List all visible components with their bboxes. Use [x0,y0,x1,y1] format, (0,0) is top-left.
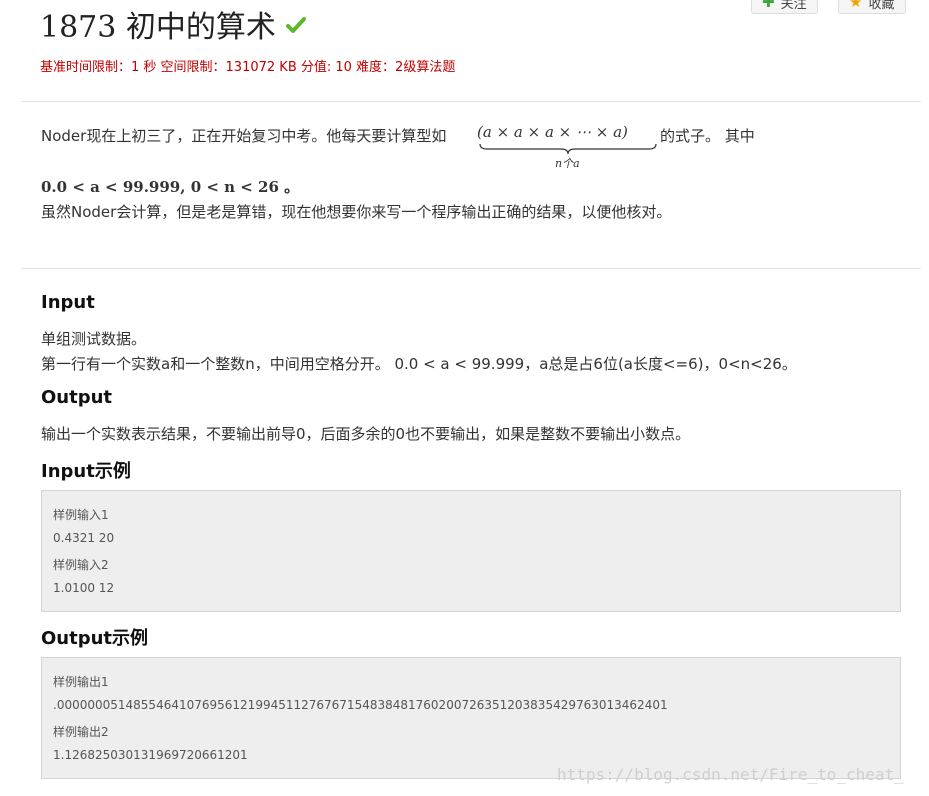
input-line2: 第一行有一个实数a和一个整数n，中间用空格分开。 0.0 < a < 99.99… [41,355,797,373]
sample-line: .000000051485546410769561219945112767671… [53,698,668,712]
favorite-label: 收藏 [868,0,895,12]
problem-meta: 基准时间限制：1 秒 空间限制：131072 KB 分值: 10 难度：2级算法… [40,60,456,75]
description-line1: Noder现在上初三了，正在开始复习中考。他每天要计算型如 [41,127,447,145]
output-heading: Output [41,387,113,408]
output-line1: 输出一个实数表示结果，不要输出前导0，后面多余的0也不要输出，如果是整数不要输出… [41,425,691,443]
description-line1-suffix: 的式子。 其中 [660,127,755,145]
star-icon: ★ [849,0,863,11]
description-line3: 虽然Noder会计算，但是老是算错，现在他想要你来写一个程序输出正确的结果，以便… [41,203,672,221]
divider [21,101,921,102]
sample-line: 1.0100 12 [53,581,115,595]
plus-icon: ✚ [762,0,775,11]
input-example-box[interactable]: 样例输入1 0.4321 20 样例输入2 1.0100 12 [41,490,901,612]
output-example-box[interactable]: 样例输出1 .000000051485546410769561219945112… [41,657,901,779]
sample-line: 0.4321 20 [53,531,115,545]
product-formula: (a × a × a × ⋯ × a) n个a [477,123,657,170]
watermark: https://blog.csdn.net/Fire_to_cheat_ [557,765,904,784]
problem-title: 1873 初中的算术 [40,10,276,45]
sample-line: 样例输入1 [53,508,109,522]
input-line1: 单组测试数据。 [41,330,147,348]
favorite-button[interactable]: ★ 收藏 [838,0,906,14]
input-example-heading: Input示例 [41,461,131,482]
sample-line: 样例输出2 [53,725,109,739]
problem-header: 1873 初中的算术 ✚ 关注 ★ 收藏 基准时间限制：1 秒 空间限制：131… [0,0,929,96]
sample-line: 1.126825030131969720661201 [53,748,248,762]
underbrace [479,143,657,155]
check-icon [286,16,306,34]
formula-expression: (a × a × a × ⋯ × a) [477,123,628,141]
constraint-formula: 0.0 < a < 99.999, 0 < n < 26 。 [41,178,300,196]
sample-line: 样例输入2 [53,558,109,572]
follow-button[interactable]: ✚ 关注 [751,0,818,14]
divider [21,268,921,269]
input-heading: Input [41,292,95,313]
output-example-heading: Output示例 [41,628,149,649]
underbrace-label: n个a [555,157,580,170]
sample-line: 样例输出1 [53,675,109,689]
follow-label: 关注 [780,0,807,12]
